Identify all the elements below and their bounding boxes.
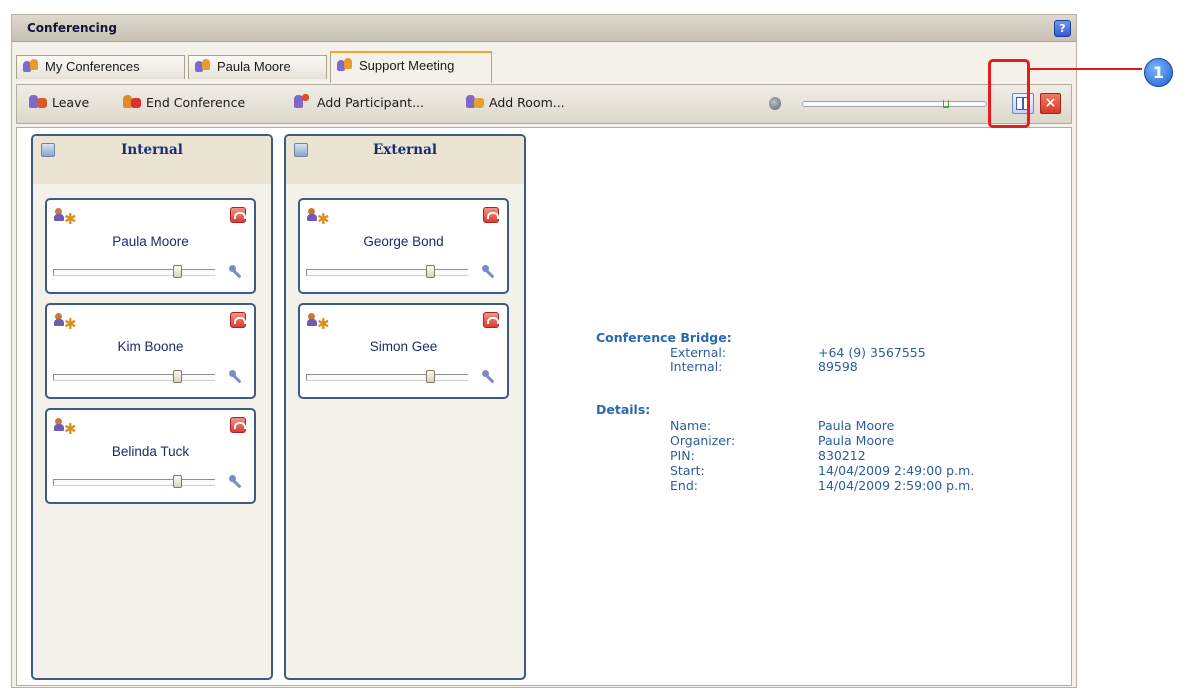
- close-conference-button[interactable]: ×: [1040, 93, 1061, 114]
- participant-card: ✱ Kim Boone: [45, 303, 256, 399]
- bridge-header: Conference Bridge:: [596, 330, 732, 345]
- end-conference-label: End Conference: [146, 95, 246, 110]
- start-label: Start:: [670, 463, 705, 478]
- master-volume-thumb[interactable]: [942, 100, 949, 108]
- add-participant-label: Add Participant...: [317, 95, 425, 110]
- participant-name: Simon Gee: [369, 339, 438, 354]
- tab-paula-moore[interactable]: Paula Moore: [188, 55, 327, 79]
- participant-icon: ✱: [54, 313, 77, 333]
- volume-thumb[interactable]: [173, 265, 183, 278]
- end-value: 14/04/2009 2:59:00 p.m.: [818, 478, 975, 493]
- participant-volume-slider[interactable]: [53, 370, 215, 383]
- external-column: External ✱ George Bond ✱ Simon Gee: [284, 134, 526, 680]
- name-value: Paula Moore: [818, 418, 895, 433]
- hang-up-button[interactable]: [483, 207, 499, 223]
- participant-volume-slider[interactable]: [306, 370, 468, 383]
- volume-thumb[interactable]: [426, 265, 436, 278]
- add-participant-icon: [294, 94, 314, 110]
- participant-card: ✱ Simon Gee: [298, 303, 509, 399]
- participant-icon: ✱: [307, 313, 330, 333]
- help-button[interactable]: ?: [1054, 20, 1071, 37]
- participant-name: Belinda Tuck: [111, 444, 190, 459]
- internal-label: Internal:: [670, 359, 723, 374]
- participant-icon: ✱: [54, 208, 77, 228]
- conference-content: Internal ✱ Paula Moore ✱ Kim Boone ✱ Belinda …: [16, 127, 1072, 686]
- callout-highlight-box: [988, 59, 1030, 128]
- hang-up-button[interactable]: [230, 207, 246, 223]
- add-room-label: Add Room...: [489, 95, 565, 110]
- add-participant-button[interactable]: Add Participant...: [294, 94, 424, 114]
- add-room-button[interactable]: Add Room...: [466, 94, 565, 114]
- microphone-icon[interactable]: [228, 369, 244, 385]
- pin-value: 830212: [818, 448, 866, 463]
- column-header: Internal: [33, 136, 271, 184]
- participant-volume-slider[interactable]: [53, 475, 215, 488]
- tab-strip: My Conferences Paula Moore Support Meeti…: [12, 51, 1076, 83]
- end-conference-icon: [123, 94, 143, 110]
- end-conference-button[interactable]: End Conference: [123, 94, 245, 114]
- organizer-value: Paula Moore: [818, 433, 895, 448]
- volume-thumb[interactable]: [173, 370, 183, 383]
- tab-label: My Conferences: [45, 59, 140, 74]
- tab-support-meeting[interactable]: Support Meeting: [330, 51, 492, 83]
- callout-number-badge: 1: [1144, 58, 1173, 87]
- conference-icon: [337, 58, 355, 72]
- tab-my-conferences[interactable]: My Conferences: [16, 55, 185, 79]
- participant-volume-slider[interactable]: [306, 265, 468, 278]
- hang-up-button[interactable]: [483, 312, 499, 328]
- tab-label: Support Meeting: [359, 58, 455, 73]
- participant-name: Kim Boone: [117, 339, 184, 354]
- details-header: Details:: [596, 402, 651, 417]
- conference-icon: [195, 59, 213, 73]
- participant-icon: ✱: [54, 418, 77, 438]
- volume-icon: [769, 97, 781, 110]
- callout-line: [1030, 68, 1142, 70]
- title-bar: Conferencing ?: [12, 15, 1076, 42]
- hang-up-button[interactable]: [230, 417, 246, 433]
- internal-column: Internal ✱ Paula Moore ✱ Kim Boone ✱ Belinda …: [31, 134, 273, 680]
- column-title-internal: Internal: [121, 142, 183, 158]
- microphone-icon[interactable]: [228, 474, 244, 490]
- participant-card: ✱ Paula Moore: [45, 198, 256, 294]
- participant-icon: ✱: [307, 208, 330, 228]
- microphone-icon[interactable]: [228, 264, 244, 280]
- organizer-label: Organizer:: [670, 433, 736, 448]
- column-title-external: External: [373, 142, 437, 158]
- pin-label: PIN:: [670, 448, 695, 463]
- window-title: Conferencing: [27, 21, 117, 35]
- participant-name: Paula Moore: [112, 234, 189, 249]
- participant-volume-slider[interactable]: [53, 265, 215, 278]
- participant-card: ✱ George Bond: [298, 198, 509, 294]
- add-room-icon: [466, 94, 486, 110]
- tab-label: Paula Moore: [217, 59, 291, 74]
- external-label: External:: [670, 345, 727, 360]
- leave-icon: [29, 94, 49, 110]
- end-label: End:: [670, 478, 698, 493]
- internal-number: 89598: [818, 359, 858, 374]
- conference-toolbar: Leave End Conference Add Participant... …: [16, 84, 1072, 124]
- microphone-icon[interactable]: [481, 369, 497, 385]
- microphone-icon[interactable]: [481, 264, 497, 280]
- volume-thumb[interactable]: [426, 370, 436, 383]
- name-label: Name:: [670, 418, 712, 433]
- leave-button[interactable]: Leave: [29, 94, 89, 114]
- participant-card: ✱ Belinda Tuck: [45, 408, 256, 504]
- conference-icon: [23, 59, 41, 73]
- master-volume-slider[interactable]: [802, 100, 987, 108]
- column-header: External: [286, 136, 524, 184]
- volume-thumb[interactable]: [173, 475, 183, 488]
- leave-label: Leave: [52, 95, 90, 110]
- hang-up-button[interactable]: [230, 312, 246, 328]
- start-value: 14/04/2009 2:49:00 p.m.: [818, 463, 975, 478]
- participant-name: George Bond: [363, 234, 444, 249]
- external-number: +64 (9) 3567555: [818, 345, 926, 360]
